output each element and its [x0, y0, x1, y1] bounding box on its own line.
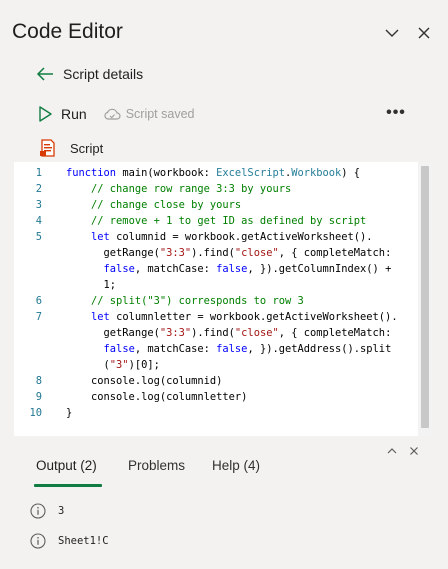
line-number: 2	[35, 183, 42, 195]
close-icon	[410, 447, 418, 455]
more-options-button[interactable]: •••	[384, 104, 408, 122]
output-text: 3	[58, 505, 65, 517]
pane-header: Code Editor	[0, 0, 448, 64]
code-line: ("3")[0];	[14, 357, 418, 373]
saved-status-label: Script saved	[125, 107, 195, 121]
code-line: 9 console.log(columnletter)	[14, 389, 418, 405]
code-text: getRange("3:3").find("close", { complete…	[66, 327, 392, 339]
info-icon	[30, 503, 46, 519]
line-number: 5	[35, 231, 42, 243]
code-line: 3 // change close by yours	[14, 197, 418, 213]
script-header: Script	[40, 137, 103, 159]
close-panel-button[interactable]	[406, 444, 422, 458]
code-line: false, matchCase: false, }).getColumnInd…	[14, 261, 418, 277]
line-number: 4	[35, 215, 42, 227]
code-line: 2 // change row range 3:3 by yours	[14, 181, 418, 197]
line-number: 6	[35, 295, 42, 307]
play-icon	[39, 106, 52, 122]
back-to-script-details[interactable]: Script details	[36, 62, 143, 86]
output-row: Sheet1!C	[30, 531, 109, 551]
chevron-up-icon	[387, 448, 397, 454]
close-icon	[418, 27, 430, 39]
code-text: }	[66, 407, 73, 419]
code-text: ("3")[0];	[66, 359, 160, 371]
line-number: 1	[35, 167, 42, 179]
code-line: 6 // split("3") corresponds to row 3	[14, 293, 418, 309]
expand-panel-button[interactable]	[384, 444, 400, 458]
line-number: 9	[35, 391, 42, 403]
code-line: 1 function main(workbook: ExcelScript.Wor…	[14, 165, 418, 181]
code-text: getRange("3:3").find("close", { complete…	[66, 247, 392, 259]
code-line: 5 let columnid = workbook.getActiveWorks…	[14, 229, 418, 245]
code-text: console.log(columnletter)	[66, 391, 248, 403]
code-text: console.log(columnid)	[66, 375, 223, 387]
save-status: Script saved	[103, 107, 195, 121]
pane-title: Code Editor	[12, 20, 123, 43]
code-line: 10}	[14, 405, 418, 421]
editor-scrollbar[interactable]	[418, 162, 432, 436]
code-text: // change close by yours	[91, 199, 242, 211]
code-line: getRange("3:3").find("close", { complete…	[14, 325, 418, 341]
collapse-button[interactable]	[382, 22, 402, 44]
code-line: 7 let columnletter = workbook.getActiveW…	[14, 309, 418, 325]
code-text: false, matchCase: false, }).getAddress()…	[103, 343, 392, 355]
output-panel: Output (2) Problems Help (4) 3 Sheet1!C	[14, 442, 432, 569]
tab-problems[interactable]: Problems	[128, 458, 185, 482]
chevron-down-icon	[385, 29, 399, 37]
code-text: let columnletter = workbook.getActiveWor…	[91, 311, 398, 323]
info-icon	[30, 533, 46, 549]
line-number: 7	[35, 311, 42, 323]
output-text: Sheet1!C	[58, 535, 109, 547]
code-line: 1;	[14, 277, 418, 293]
tab-output[interactable]: Output (2)	[36, 458, 97, 482]
code-line: 8 console.log(columnid)	[14, 373, 418, 389]
close-button[interactable]	[414, 22, 434, 44]
code-line: getRange("3:3").find("close", { complete…	[14, 245, 418, 261]
arrow-left-icon	[36, 67, 53, 81]
output-row: 3	[30, 501, 64, 521]
run-label: Run	[61, 106, 87, 122]
back-label: Script details	[63, 66, 144, 82]
code-line: false, matchCase: false, }).getAddress()…	[14, 341, 418, 357]
run-button[interactable]: Run	[38, 106, 103, 122]
active-tab-indicator	[34, 484, 102, 487]
code-text: let columnid = workbook.getActiveWorkshe…	[91, 231, 373, 243]
code-text: // split("3") corresponds to row 3	[91, 295, 304, 307]
script-label: Script	[70, 140, 104, 156]
cloud-sync-icon	[104, 108, 121, 120]
code-text: // remove + 1 to get ID as defined by sc…	[91, 215, 367, 227]
tab-help[interactable]: Help (4)	[212, 458, 260, 482]
code-text: // change row range 3:3 by yours	[91, 183, 292, 195]
line-number: 10	[29, 407, 42, 419]
line-number: 8	[35, 375, 42, 387]
code-line: 4 // remove + 1 to get ID as defined by …	[14, 213, 418, 229]
code-text: function main(workbook: ExcelScript.Work…	[66, 167, 361, 179]
code-text: 1;	[66, 279, 117, 291]
scrollbar-thumb[interactable]	[421, 166, 429, 428]
script-file-icon	[40, 139, 55, 157]
script-toolbar: Run Script saved	[38, 102, 194, 126]
line-number: 3	[35, 199, 42, 211]
code-text: false, matchCase: false, }).getColumnInd…	[103, 263, 392, 275]
code-editor[interactable]: 1 function main(workbook: ExcelScript.Wor…	[14, 162, 432, 436]
